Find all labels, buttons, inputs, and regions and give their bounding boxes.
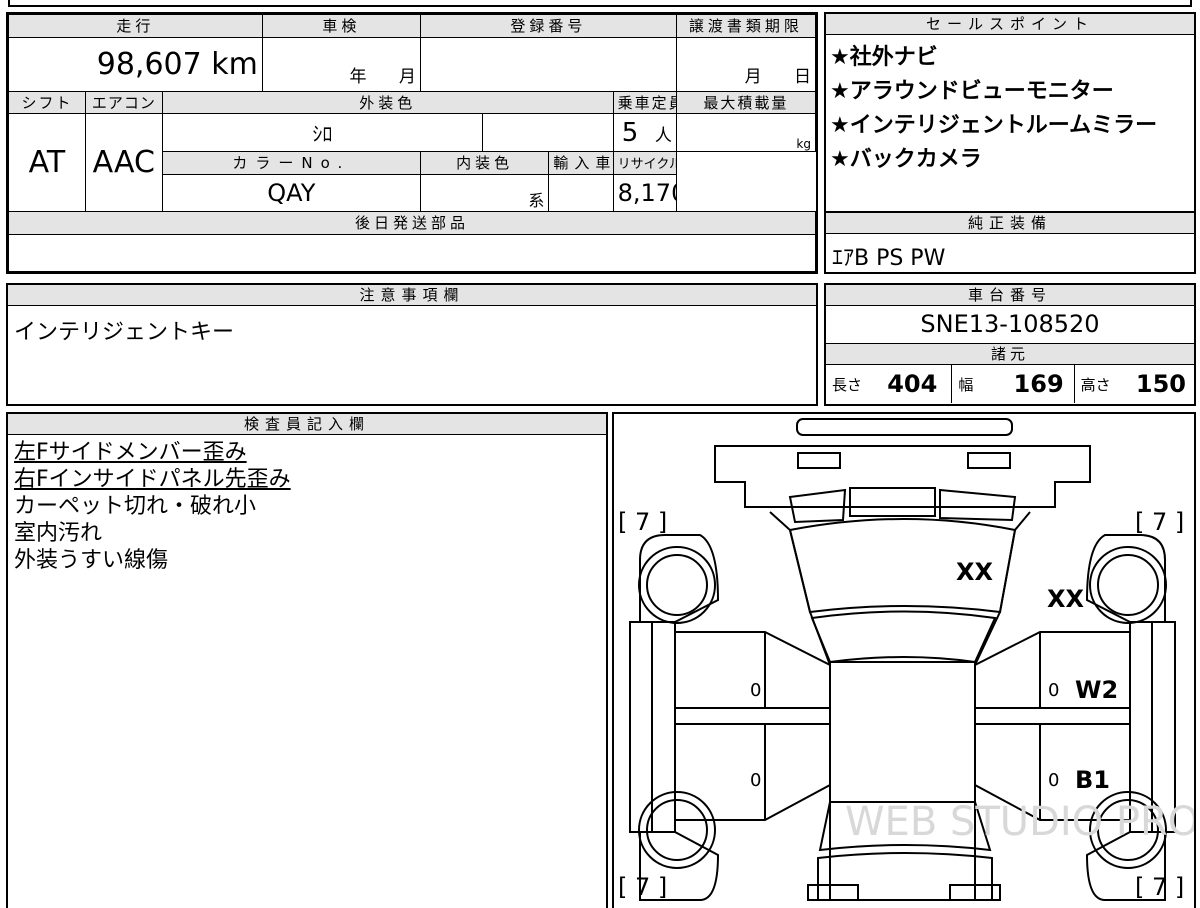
specs-label: 諸元	[826, 344, 1194, 365]
spec-width: 幅 169	[952, 365, 1075, 403]
car-diagram-panel: [ 7 ] [ 7 ] [ 7 ] [ 7 ] XX XX W2 B1 0 0 …	[612, 412, 1196, 908]
inspector-note-line: 左Fサイドメンバー歪み	[14, 440, 247, 465]
import-value	[548, 173, 614, 212]
sales-point-item: ★インテリジェントルームミラー	[830, 113, 1158, 138]
mileage-value: 98,607 km	[8, 36, 263, 92]
vehicle-info-table: 走行 車検 登録番号 譲渡書類期限 98,607 km 年 月 月 日 シフト …	[6, 12, 818, 274]
roof-part	[829, 661, 976, 803]
inspector-note-line: 右Fインサイドパネル先歪み	[14, 467, 291, 492]
inspector-note-line: 室内汚れ	[14, 521, 103, 546]
inspection-value: 年 月	[261, 36, 421, 92]
exterior-color-extra	[482, 113, 614, 152]
spec-height: 高さ 150	[1080, 370, 1186, 398]
inspector-note-line: カーペット切れ・破れ小	[14, 494, 257, 519]
inspector-note-line: 外装うすい線傷	[14, 548, 169, 573]
recycle-label: リサイクル預託金	[612, 150, 677, 175]
front-left-light	[797, 452, 841, 469]
rear-bumper-left	[807, 884, 859, 901]
recycle-value: 8,170円	[612, 173, 677, 212]
tire-front-right	[1089, 546, 1167, 624]
grille-center	[849, 487, 936, 517]
max-load-label: 最大積載量	[675, 90, 817, 115]
right-rear-door-damage-mark: B1	[1075, 766, 1110, 794]
grille-right	[939, 488, 1017, 522]
color-no-value: QAY	[161, 173, 421, 212]
right-front-door-count: 0	[1048, 680, 1059, 701]
front-panel-part	[714, 445, 1091, 508]
left-rear-door-count: 0	[750, 770, 761, 791]
capacity-value: 5 人	[612, 113, 677, 152]
front-right-light	[967, 452, 1011, 469]
front-bumper-part	[796, 418, 1013, 436]
interior-color-value: 系	[419, 173, 550, 212]
right-rear-door-count: 0	[1048, 770, 1059, 791]
registration-label: 登録番号	[419, 14, 677, 38]
top-strip	[8, 0, 1192, 7]
car-diagram: [ 7 ] [ 7 ] [ 7 ] [ 7 ] XX XX W2 B1 0 0 …	[618, 418, 1196, 901]
caution-panel: 注意事項欄 インテリジェントキー	[6, 283, 818, 406]
right-fender-damage-mark: XX	[1047, 585, 1085, 613]
genuine-equipment-value: ｴｱB PS PW	[832, 246, 946, 271]
chassis-no-label: 車台番号	[826, 285, 1194, 306]
chassis-no-value: SNE13-108520	[826, 306, 1194, 344]
spec-length: 長さ 404	[826, 365, 953, 403]
capacity-label: 乗車定員	[612, 90, 677, 115]
tire-label-top-right: [ 7 ]	[1135, 508, 1184, 536]
left-front-door-count: 0	[750, 680, 761, 701]
mileage-label: 走行	[8, 14, 263, 38]
hood-damage-mark: XX	[956, 558, 994, 586]
genuine-equipment-panel: 純正装備 ｴｱB PS PW	[824, 211, 1196, 274]
trunk-part	[817, 852, 993, 901]
tire-label-bottom-right: [ 7 ]	[1135, 873, 1184, 901]
aircon-label: エアコン	[84, 90, 163, 115]
later-parts-label: 後日発送部品	[8, 210, 816, 235]
aircon-value: AAC	[84, 113, 163, 212]
transfer-deadline-value: 月 日	[675, 36, 817, 92]
chassis-panel: 車台番号 SNE13-108520 諸元 長さ 404 幅 169 高さ 150	[824, 283, 1196, 406]
watermark: WEB STUDIO PRO	[845, 799, 1196, 845]
sales-point-item: ★アラウンドビューモニター	[830, 79, 1114, 104]
import-label: 輸入車	[548, 150, 614, 175]
inspector-notes-label: 検査員記入欄	[8, 414, 606, 435]
color-no-label: カラーNo.	[161, 150, 421, 175]
genuine-equipment-label: 純正装備	[826, 213, 1194, 234]
exterior-color-value: ｼﾛ	[161, 113, 484, 152]
tire-rear-left	[638, 791, 716, 869]
specs-row: 長さ 404 幅 169 高さ 150	[826, 365, 1194, 403]
inspection-label: 車検	[261, 14, 421, 38]
later-parts-value	[8, 233, 816, 273]
registration-value	[419, 36, 677, 92]
sales-points-panel: セールスポイント ★社外ナビ ★アラウンドビューモニター ★インテリジェントルー…	[824, 12, 1196, 213]
shift-value: AT	[8, 113, 86, 212]
tire-front-left	[638, 546, 716, 624]
caution-label: 注意事項欄	[8, 285, 816, 306]
exterior-color-label: 外装色	[161, 90, 614, 115]
max-load-value: kg	[675, 113, 817, 152]
sales-point-item: ★バックカメラ	[830, 147, 982, 172]
windshield-part	[810, 610, 997, 664]
interior-color-label: 内装色	[419, 150, 550, 175]
transfer-deadline-label: 譲渡書類期限	[675, 14, 817, 38]
inspector-notes-panel: 検査員記入欄 左Fサイドメンバー歪み 右Fインサイドパネル先歪み カーペット切れ…	[6, 412, 608, 908]
caution-value: インテリジェントキー	[14, 320, 235, 345]
sales-points-label: セールスポイント	[826, 14, 1194, 35]
tire-label-top-left: [ 7 ]	[618, 508, 667, 536]
tire-label-bottom-left: [ 7 ]	[618, 873, 667, 901]
sales-point-item: ★社外ナビ	[830, 45, 938, 70]
shift-label: シフト	[8, 90, 86, 115]
right-front-door-damage-mark: W2	[1075, 676, 1118, 704]
